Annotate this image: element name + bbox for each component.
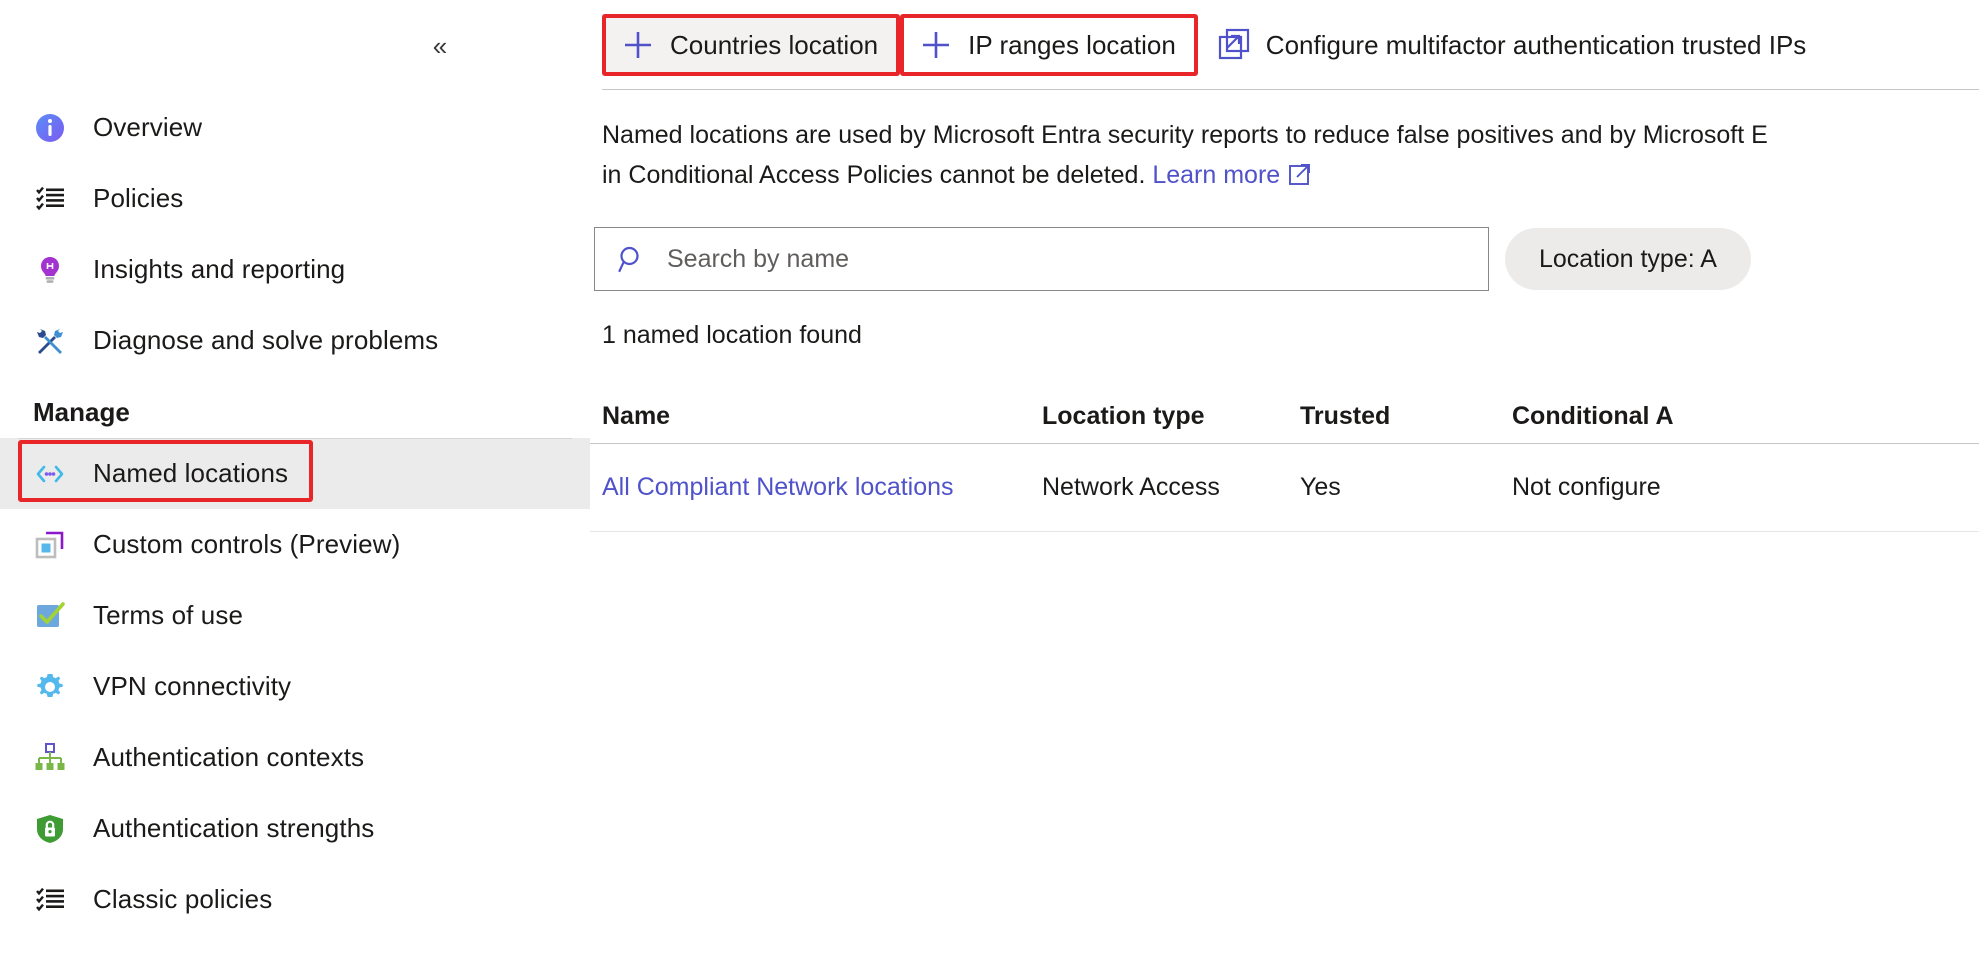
column-header-conditional-access[interactable]: Conditional A bbox=[1512, 402, 1932, 431]
sidebar-item-label: Authentication strengths bbox=[93, 813, 375, 843]
info-icon bbox=[33, 111, 67, 145]
hierarchy-icon bbox=[33, 741, 67, 775]
command-bar-divider bbox=[602, 89, 1979, 90]
sidebar-item-label: Named locations bbox=[93, 458, 289, 488]
sidebar-item-label: Diagnose and solve problems bbox=[93, 325, 439, 355]
sidebar-item-label: VPN connectivity bbox=[93, 671, 292, 701]
collapse-navigation-button[interactable]: « bbox=[420, 26, 460, 66]
shield-lock-icon bbox=[33, 812, 67, 846]
sidebar-item-overview[interactable]: Overview bbox=[0, 92, 590, 163]
column-header-location-type[interactable]: Location type bbox=[1042, 402, 1300, 431]
filter-pill-label: Location type: A bbox=[1539, 244, 1717, 273]
sidebar-item-label: Authentication contexts bbox=[93, 742, 365, 772]
cell-name: All Compliant Network locations bbox=[602, 473, 1042, 502]
command-label: Configure multifactor authentication tru… bbox=[1265, 29, 1807, 60]
description-line-1: Named locations are used by Microsoft En… bbox=[602, 121, 1768, 149]
plus-icon bbox=[914, 23, 958, 67]
checklist-icon bbox=[33, 883, 67, 917]
named-locations-table: Name Location type Trusted Conditional A… bbox=[590, 390, 1979, 532]
sidebar-group-header-manage: Manage bbox=[33, 397, 130, 427]
sidebar-item-named-locations[interactable]: Named locations bbox=[0, 438, 590, 509]
sidebar-item-label: Policies bbox=[93, 183, 184, 213]
configure-mfa-trusted-ips-button[interactable]: Configure multifactor authentication tru… bbox=[1198, 14, 1829, 76]
left-navigation-sidebar: « Overview Policies Insights and reporti… bbox=[0, 0, 590, 976]
table-row[interactable]: All Compliant Network locations Network … bbox=[590, 444, 1979, 532]
tools-icon bbox=[33, 324, 67, 358]
custom-controls-icon bbox=[33, 528, 67, 562]
sidebar-item-custom-controls[interactable]: Custom controls (Preview) bbox=[0, 509, 590, 580]
new-countries-location-button[interactable]: Countries location bbox=[602, 14, 901, 76]
column-header-trusted[interactable]: Trusted bbox=[1300, 402, 1512, 431]
sidebar-item-authentication-contexts[interactable]: Authentication contexts bbox=[0, 722, 590, 793]
checklist-icon bbox=[33, 182, 67, 216]
sidebar-item-label: Insights and reporting bbox=[93, 254, 346, 284]
sidebar-item-label: Terms of use bbox=[93, 600, 244, 630]
new-ip-ranges-location-button[interactable]: IP ranges location bbox=[900, 14, 1198, 76]
command-bar: Countries location IP ranges location Co… bbox=[590, 0, 1979, 90]
sidebar-item-vpn-connectivity[interactable]: VPN connectivity bbox=[0, 651, 590, 722]
external-link-icon bbox=[1212, 23, 1256, 67]
page-description: Named locations are used by Microsoft En… bbox=[590, 90, 1979, 195]
sidebar-item-terms-of-use[interactable]: Terms of use bbox=[0, 580, 590, 651]
cell-trusted: Yes bbox=[1300, 473, 1341, 501]
command-label: IP ranges location bbox=[968, 29, 1176, 60]
cell-location-type: Network Access bbox=[1042, 473, 1220, 501]
plus-icon bbox=[616, 23, 660, 67]
main-content-pane: Countries location IP ranges location Co… bbox=[590, 0, 1979, 976]
sidebar-item-authentication-strengths[interactable]: Authentication strengths bbox=[0, 793, 590, 864]
entra-conditional-access-named-locations-page: « Overview Policies Insights and reporti… bbox=[0, 0, 1979, 976]
collapse-row: « bbox=[0, 0, 590, 92]
search-icon bbox=[615, 242, 649, 276]
lightbulb-icon bbox=[33, 253, 67, 287]
sidebar-item-insights-and-reporting[interactable]: Insights and reporting bbox=[0, 234, 590, 305]
checkbox-check-icon bbox=[33, 599, 67, 633]
nav-primary-list: Overview Policies Insights and reporting… bbox=[0, 92, 590, 935]
sidebar-item-label: Classic policies bbox=[93, 884, 273, 914]
sidebar-item-diagnose-and-solve-problems[interactable]: Diagnose and solve problems bbox=[0, 305, 590, 376]
column-header-name[interactable]: Name bbox=[602, 402, 1042, 431]
location-range-icon bbox=[33, 457, 67, 491]
table-header-row: Name Location type Trusted Conditional A bbox=[590, 390, 1979, 444]
search-input[interactable] bbox=[665, 228, 1488, 290]
cell-conditional-access: Not configure bbox=[1512, 473, 1661, 501]
sidebar-item-label: Overview bbox=[93, 112, 203, 142]
results-count: 1 named location found bbox=[602, 321, 862, 349]
description-line-2-prefix: in Conditional Access Policies cannot be… bbox=[602, 161, 1153, 189]
external-link-icon bbox=[1288, 158, 1312, 185]
named-location-link[interactable]: All Compliant Network locations bbox=[602, 473, 954, 501]
sidebar-item-classic-policies[interactable]: Classic policies bbox=[0, 864, 590, 935]
location-type-filter-pill[interactable]: Location type: A bbox=[1505, 228, 1751, 290]
sidebar-item-policies[interactable]: Policies bbox=[0, 163, 590, 234]
sidebar-item-label: Custom controls (Preview) bbox=[93, 529, 401, 559]
filter-row: Location type: A bbox=[590, 195, 1979, 291]
command-label: Countries location bbox=[670, 29, 879, 60]
learn-more-link[interactable]: Learn more bbox=[1152, 161, 1280, 189]
search-box[interactable] bbox=[594, 227, 1489, 291]
gear-icon bbox=[33, 670, 67, 704]
